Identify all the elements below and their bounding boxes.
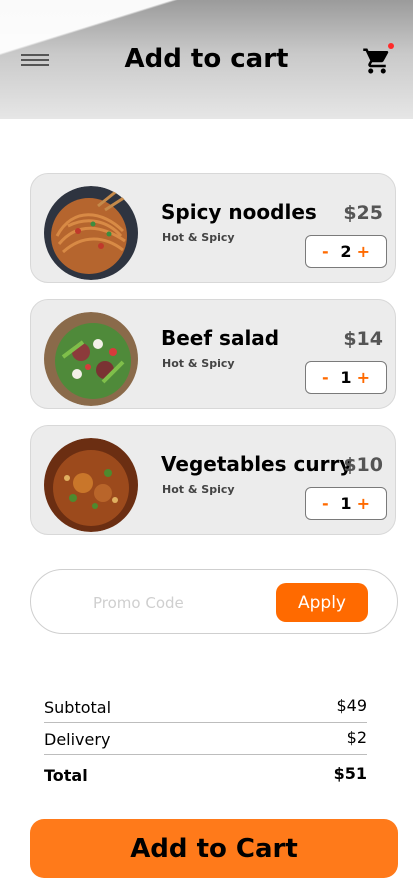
item-price: $25 (343, 202, 383, 224)
item-image-salad (43, 312, 139, 406)
total-value: $51 (333, 764, 367, 783)
promo-code-bar: Apply (30, 569, 398, 634)
increment-button[interactable]: + (357, 242, 370, 261)
subtotal-label: Subtotal (44, 698, 112, 717)
item-price: $10 (343, 454, 383, 476)
delivery-label: Delivery (44, 730, 111, 749)
item-name: Spicy noodles (161, 200, 317, 224)
quantity-value: 1 (340, 494, 352, 513)
item-name: Vegetables curry (161, 452, 353, 476)
promo-code-input[interactable] (91, 590, 255, 616)
item-name: Beef salad (161, 326, 280, 350)
subtotal-value: $49 (336, 696, 367, 715)
increment-button[interactable]: + (357, 494, 370, 513)
quantity-value: 1 (340, 368, 352, 387)
apply-button[interactable]: Apply (276, 583, 368, 622)
cart-item-beef-salad: Beef salad Hot & Spicy $14 - 1 + (30, 299, 396, 409)
add-to-cart-button[interactable]: Add to Cart (30, 819, 398, 878)
page-title: Add to cart (124, 44, 289, 74)
quantity-value: 2 (340, 242, 352, 261)
item-image-curry (43, 438, 139, 532)
quantity-stepper: - 2 + (305, 235, 387, 268)
quantity-stepper: - 1 + (305, 361, 387, 394)
order-summary: Subtotal $49 Delivery $2 Total $51 (30, 668, 398, 798)
item-price: $14 (343, 328, 383, 350)
quantity-stepper: - 1 + (305, 487, 387, 520)
delivery-row: Delivery $2 (44, 728, 367, 755)
total-label: Total (44, 766, 88, 785)
item-subtitle: Hot & Spicy (162, 357, 235, 370)
increment-button[interactable]: + (357, 368, 370, 387)
cart-icon[interactable] (362, 43, 394, 76)
app-header: Add to cart (0, 0, 413, 119)
total-row: Total $51 (44, 764, 367, 790)
subtotal-row: Subtotal $49 (44, 696, 367, 723)
cart-item-spicy-noodles: Spicy noodles Hot & Spicy $25 - 2 + (30, 173, 396, 283)
item-subtitle: Hot & Spicy (162, 231, 235, 244)
delivery-value: $2 (346, 728, 367, 747)
item-subtitle: Hot & Spicy (162, 483, 235, 496)
item-image-noodles (43, 186, 139, 280)
cart-item-vegetables-curry: Vegetables curry Hot & Spicy $10 - 1 + (30, 425, 396, 535)
cart-badge (388, 43, 394, 49)
